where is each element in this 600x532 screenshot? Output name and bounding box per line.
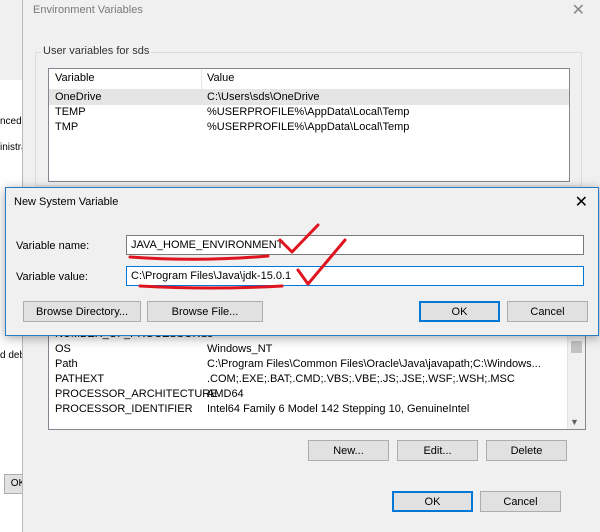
variable-cell: OneDrive <box>55 91 102 103</box>
close-icon[interactable]: ✕ <box>572 0 585 20</box>
new-system-variable-dialog: New System Variable ✕ Variable name: Var… <box>5 187 599 336</box>
user-variables-label: User variables for sds <box>41 45 152 57</box>
delete-button[interactable]: Delete <box>486 440 567 461</box>
variable-cell: TMP <box>55 121 79 133</box>
variable-name-label: Variable name: <box>16 240 90 252</box>
cancel-button[interactable]: Cancel <box>480 491 561 512</box>
value-cell: %USERPROFILE%\AppData\Local\Temp <box>207 106 410 118</box>
dialog-title: New System Variable <box>14 196 119 208</box>
value-cell: .COM;.EXE;.BAT;.CMD;.VBS;.VBE;.JS;.JSE;.… <box>207 373 515 385</box>
value-cell: C:\Users\sds\OneDrive <box>207 91 320 103</box>
table-header: Variable Value <box>49 69 569 90</box>
table-row[interactable]: OS Windows_NT <box>49 342 585 357</box>
column-header-variable[interactable]: Variable <box>55 72 95 84</box>
dialog-cancel-button[interactable]: Cancel <box>507 301 588 322</box>
edit-button[interactable]: Edit... <box>397 440 478 461</box>
dialog-ok-button[interactable]: OK <box>419 301 500 322</box>
variable-cell: TEMP <box>55 106 86 118</box>
scrollbar-thumb[interactable] <box>571 341 582 353</box>
scroll-down-icon[interactable]: ▼ <box>570 417 579 427</box>
value-cell: C:\Program Files\Common Files\Oracle\Jav… <box>207 358 541 370</box>
table-row[interactable]: TEMP %USERPROFILE%\AppData\Local\Temp <box>49 105 569 120</box>
variable-cell: OS <box>55 343 71 355</box>
value-cell: Windows_NT <box>207 343 273 355</box>
browse-directory-button[interactable]: Browse Directory... <box>23 301 141 322</box>
variable-value-input[interactable] <box>126 266 584 286</box>
close-icon[interactable]: ✕ <box>575 192 588 212</box>
table-row[interactable]: OneDrive C:\Users\sds\OneDrive <box>49 90 569 105</box>
variable-cell: PROCESSOR_IDENTIFIER <box>55 403 193 415</box>
variable-cell: PATHEXT <box>55 373 105 385</box>
variable-cell: PROCESSOR_ARCHITECTURE <box>55 388 218 400</box>
value-cell: AMD64 <box>207 388 244 400</box>
table-row[interactable]: PATHEXT .COM;.EXE;.BAT;.CMD;.VBS;.VBE;.J… <box>49 372 585 387</box>
column-header-value[interactable]: Value <box>207 72 234 84</box>
variable-cell: Path <box>55 358 78 370</box>
variable-name-input[interactable] <box>126 235 584 255</box>
window-title: Environment Variables <box>33 4 143 16</box>
value-cell: %USERPROFILE%\AppData\Local\Temp <box>207 121 410 133</box>
browse-file-button[interactable]: Browse File... <box>147 301 263 322</box>
table-row[interactable]: Path C:\Program Files\Common Files\Oracl… <box>49 357 585 372</box>
table-row[interactable]: PROCESSOR_IDENTIFIER Intel64 Family 6 Mo… <box>49 402 585 417</box>
new-button[interactable]: New... <box>308 440 389 461</box>
user-variables-table[interactable]: Variable Value OneDrive C:\Users\sds\One… <box>48 68 570 182</box>
background-text: nced <box>0 116 22 127</box>
table-row[interactable]: TMP %USERPROFILE%\AppData\Local\Temp <box>49 120 569 135</box>
table-row[interactable]: PROCESSOR_ARCHITECTURE AMD64 <box>49 387 585 402</box>
variable-value-label: Variable value: <box>16 271 88 283</box>
ok-button[interactable]: OK <box>392 491 473 512</box>
value-cell: Intel64 Family 6 Model 142 Stepping 10, … <box>207 403 470 415</box>
